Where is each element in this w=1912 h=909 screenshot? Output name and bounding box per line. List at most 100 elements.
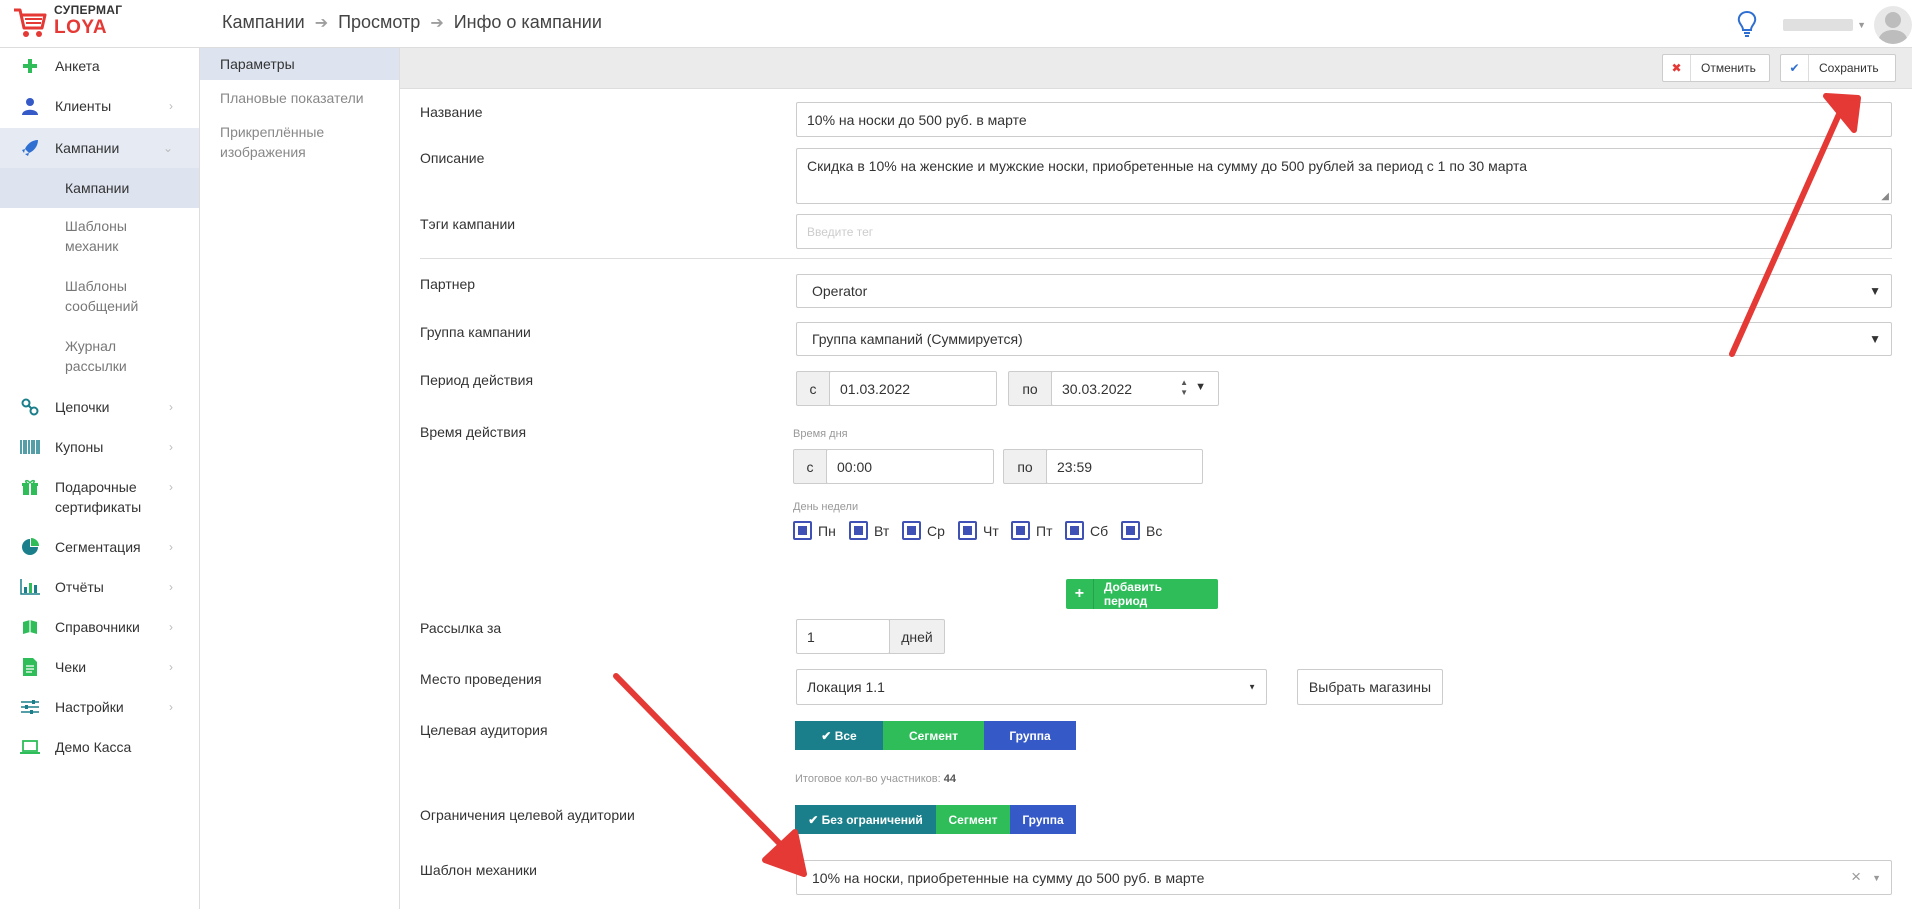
logo-line2: LOYA	[54, 17, 108, 38]
book-icon	[20, 617, 40, 637]
barcode-icon	[20, 437, 40, 457]
chevron-right-icon: ›	[169, 540, 173, 554]
sidebar-item-demo-cash[interactable]: Демо Касса	[0, 737, 199, 761]
participants-text: Итоговое кол-во участников:	[795, 773, 941, 785]
sidebar-sub-label: Шаблоны механик	[65, 218, 127, 254]
restrict-label: Ограничения целевой аудитории	[420, 807, 635, 823]
cancel-button[interactable]: ✖ Отменить	[1662, 54, 1770, 82]
caret-down-icon[interactable]: ▼	[1195, 381, 1206, 393]
time-to-input[interactable]: 23:59	[1046, 449, 1203, 484]
sidebar-item-label: Цепочки	[55, 399, 110, 415]
day-checkbox-fri[interactable]: Пт	[1011, 521, 1052, 540]
caret-down-icon[interactable]: ▼	[1872, 873, 1881, 883]
save-button[interactable]: ✔ Сохранить	[1780, 54, 1896, 82]
period-to-input[interactable]: 30.03.2022 ▲ ▼ ▼	[1051, 371, 1219, 406]
lightbulb-icon[interactable]	[1735, 10, 1759, 40]
period-label: Период действия	[420, 372, 534, 388]
section-parameters[interactable]: Параметры	[200, 48, 399, 80]
logo[interactable]: СУПЕРМАГ LOYA	[12, 4, 122, 40]
user-avatar-icon	[1878, 12, 1908, 44]
sidebar-item-campaigns[interactable]: Кампании ⌄	[0, 128, 199, 168]
day-label: Вт	[874, 522, 890, 539]
day-checkbox-wed[interactable]: Ср	[902, 521, 945, 540]
campaign-group-select[interactable]: Группа кампаний (Суммируется) ▼	[796, 322, 1892, 356]
day-checkbox-mon[interactable]: Пн	[793, 521, 836, 540]
sidebar-sub-campaigns[interactable]: Кампании	[0, 168, 199, 208]
name-label: Название	[420, 104, 483, 120]
breadcrumb-view[interactable]: Просмотр	[338, 12, 420, 33]
place-select[interactable]: Локация 1.1 ▼	[796, 669, 1267, 705]
sidebar-item-label: Купоны	[55, 439, 104, 455]
chevron-right-icon: ›	[169, 580, 173, 594]
resize-handle-icon[interactable]: ◢	[1881, 191, 1889, 202]
day-checkbox-tue[interactable]: Вт	[849, 521, 889, 540]
day-checkbox-sun[interactable]: Вс	[1121, 521, 1162, 540]
sidebar-item-questionnaire[interactable]: Анкета	[0, 56, 199, 80]
sidebar-item-clients[interactable]: Клиенты ›	[0, 96, 199, 120]
sidebar-item-directories[interactable]: Справочники ›	[0, 617, 199, 641]
chevron-down-icon[interactable]: ▼	[1857, 20, 1866, 30]
checkbox-checked-icon[interactable]	[1121, 521, 1140, 540]
spinner-icon[interactable]: ▲ ▼	[1180, 378, 1188, 398]
sidebar-sub-mailing-log[interactable]: Журнал рассылки	[0, 336, 199, 380]
checkbox-checked-icon[interactable]	[902, 521, 921, 540]
day-checkbox-sat[interactable]: Сб	[1065, 521, 1108, 540]
section-attached-images[interactable]: Прикреплённые изображения	[200, 122, 399, 166]
checkbox-checked-icon[interactable]	[849, 521, 868, 540]
audience-group-button[interactable]: Группа	[984, 721, 1076, 750]
period-from-input[interactable]: 01.03.2022	[829, 371, 997, 406]
day-checkbox-thu[interactable]: Чт	[958, 521, 999, 540]
chevron-down-icon: ⌄	[162, 141, 173, 155]
check-icon: ✔	[1781, 55, 1809, 81]
plus-icon	[20, 56, 40, 76]
user-name[interactable]	[1783, 19, 1854, 31]
checkbox-checked-icon[interactable]	[793, 521, 812, 540]
day-label: Пн	[818, 522, 836, 539]
choose-shops-button[interactable]: Выбрать магазины	[1297, 669, 1443, 705]
add-period-button[interactable]: + Добавить период	[1066, 579, 1218, 609]
campaign-description-textarea[interactable]: Скидка в 10% на женские и мужские носки,…	[796, 148, 1892, 204]
avatar[interactable]	[1874, 6, 1912, 44]
chevron-right-icon: ›	[169, 400, 173, 414]
restrict-none-button[interactable]: ✔ Без ограничений	[795, 805, 936, 834]
mailing-days-input[interactable]: 1	[796, 619, 890, 654]
audience-label: Целевая аудитория	[420, 722, 548, 738]
day-label: Чт	[983, 522, 999, 539]
audience-segment-button[interactable]: Сегмент	[883, 721, 984, 750]
place-value: Локация 1.1	[807, 679, 885, 695]
clear-icon[interactable]: ×	[1851, 867, 1861, 887]
partner-select[interactable]: Operator ▼	[796, 274, 1892, 308]
sidebar-item-label: Справочники	[55, 619, 140, 635]
campaign-group-value: Группа кампаний (Суммируется)	[812, 331, 1023, 347]
checkbox-checked-icon[interactable]	[958, 521, 977, 540]
mechanic-template-select[interactable]: 10% на носки, приобретенные на сумму до …	[796, 860, 1892, 895]
tags-input[interactable]: Введите тег	[796, 214, 1892, 249]
sidebar-sub-message-templates[interactable]: Шаблоны сообщений	[0, 276, 199, 320]
arrow-right-icon: ➔	[314, 14, 329, 32]
sidebar-item-settings[interactable]: Настройки ›	[0, 697, 199, 721]
add-period-label: Добавить период	[1103, 580, 1162, 608]
time-from-input[interactable]: 00:00	[826, 449, 994, 484]
audience-all-button[interactable]: ✔ Все	[795, 721, 883, 750]
sidebar-item-reports[interactable]: Отчёты ›	[0, 577, 199, 601]
campaign-name-input[interactable]: 10% на носки до 500 руб. в марте	[796, 102, 1892, 137]
sidebar-item-segmentation[interactable]: Сегментация ›	[0, 537, 199, 561]
sidebar-item-coupons[interactable]: Купоны ›	[0, 437, 199, 461]
time-of-day-caption: Время дня	[793, 428, 848, 440]
day-label: Вс	[1146, 522, 1163, 539]
breadcrumb-campaigns[interactable]: Кампании	[222, 12, 305, 33]
sidebar-item-label: Клиенты	[55, 98, 112, 114]
sidebar-sub-mechanic-templates[interactable]: Шаблоны механик	[0, 216, 199, 260]
sidebar-item-label: Демо Касса	[55, 739, 132, 755]
restrict-segment-button[interactable]: Сегмент	[936, 805, 1010, 834]
save-label: Сохранить	[1819, 61, 1879, 75]
restrict-group-button[interactable]: Группа	[1010, 805, 1076, 834]
sidebar-item-gift-certificates[interactable]: Подарочные сертификаты ›	[0, 477, 199, 521]
sidebar-item-receipts[interactable]: Чеки ›	[0, 657, 199, 681]
sidebar-item-label: Настройки	[55, 699, 124, 715]
checkbox-checked-icon[interactable]	[1011, 521, 1030, 540]
sidebar-item-chains[interactable]: Цепочки ›	[0, 397, 199, 421]
section-planned-metrics[interactable]: Плановые показатели	[200, 88, 399, 112]
partner-label: Партнер	[420, 276, 476, 292]
checkbox-checked-icon[interactable]	[1065, 521, 1084, 540]
